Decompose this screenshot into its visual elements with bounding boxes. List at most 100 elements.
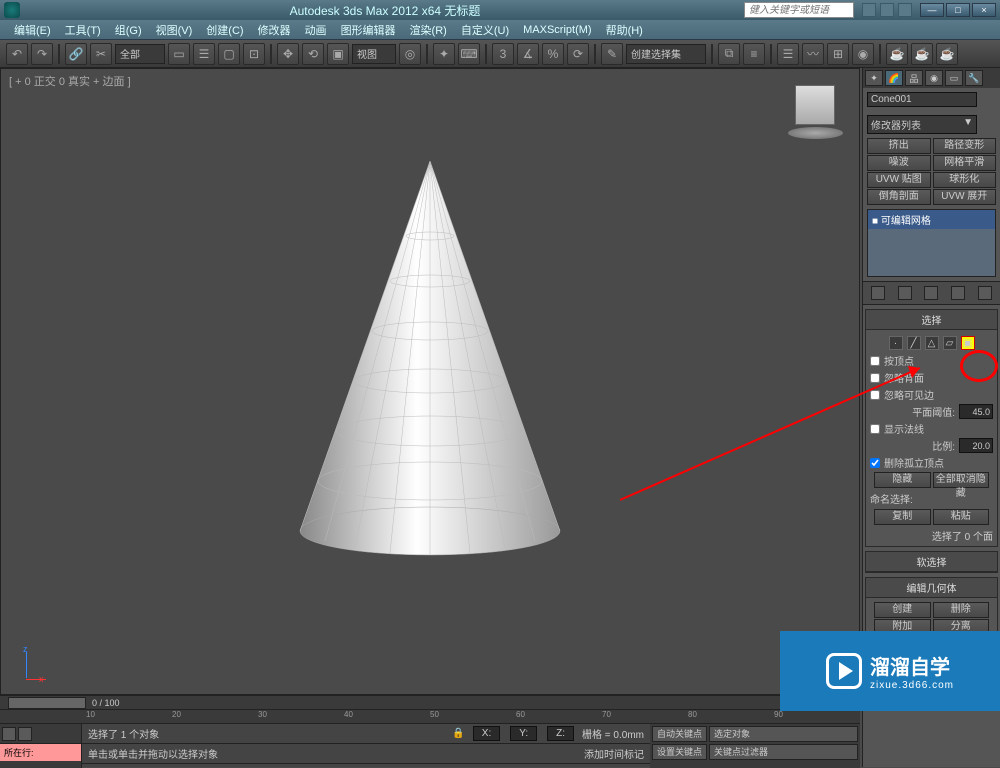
menu-maxscript[interactable]: MAXScript(M) xyxy=(517,22,597,38)
utilities-tab[interactable]: 🔧 xyxy=(965,70,983,86)
z-coord[interactable]: Z: xyxy=(547,726,574,741)
viewcube[interactable] xyxy=(785,79,845,139)
display-tab[interactable]: ▭ xyxy=(945,70,963,86)
angle-snap-button[interactable]: ∡ xyxy=(517,43,539,65)
mod-meshsmooth[interactable]: 网格平滑 xyxy=(933,155,997,171)
key-filters-button[interactable]: 关键点过滤器 xyxy=(709,744,858,760)
set-key-button[interactable]: 设置关键点 xyxy=(652,744,707,760)
help-search-input[interactable] xyxy=(744,2,854,18)
delete-button[interactable]: 删除 xyxy=(933,602,990,618)
mirror-button[interactable]: ⧉ xyxy=(718,43,740,65)
delete-iso-checkbox[interactable]: 删除孤立顶点 xyxy=(870,455,993,470)
script-icon[interactable] xyxy=(2,727,16,741)
menu-graph-editors[interactable]: 图形编辑器 xyxy=(335,20,402,40)
spinner-snap-button[interactable]: ⟳ xyxy=(567,43,589,65)
by-vertex-checkbox[interactable]: 按顶点 xyxy=(870,353,993,368)
unique-icon[interactable] xyxy=(924,286,938,300)
x-coord[interactable]: X: xyxy=(473,726,500,741)
edit-geometry-header[interactable]: 编辑几何体 xyxy=(866,578,997,598)
render-setup-button[interactable]: ☕ xyxy=(886,43,908,65)
scale-button[interactable]: ▣ xyxy=(327,43,349,65)
curve-editor-button[interactable]: 〰 xyxy=(802,43,824,65)
snap-toggle-button[interactable]: 3 xyxy=(492,43,514,65)
configure-sets-icon[interactable] xyxy=(978,286,992,300)
star-icon[interactable] xyxy=(880,3,894,17)
viewcube-cube-icon[interactable] xyxy=(795,85,835,125)
select-name-button[interactable]: ☰ xyxy=(193,43,215,65)
element-mode-button[interactable]: ▣ xyxy=(961,336,975,350)
selection-filter-dropdown[interactable]: 全部 xyxy=(115,44,165,64)
create-button[interactable]: 创建 xyxy=(874,602,931,618)
named-selection-dropdown[interactable]: 创建选择集 xyxy=(626,44,706,64)
remove-mod-icon[interactable] xyxy=(951,286,965,300)
normal-scale-input[interactable] xyxy=(959,438,993,453)
select-manipulate-button[interactable]: ✦ xyxy=(433,43,455,65)
mod-extrude[interactable]: 挤出 xyxy=(867,138,931,154)
cone-object[interactable] xyxy=(250,151,610,571)
edge-mode-button[interactable]: ╱ xyxy=(907,336,921,350)
mod-spherify[interactable]: 球形化 xyxy=(933,172,997,188)
track-bar[interactable]: 1020 3040 5060 7080 90 xyxy=(0,710,860,724)
lock-icon[interactable]: 🔒 xyxy=(452,728,464,739)
soft-selection-header[interactable]: 软选择 xyxy=(866,552,997,572)
rotate-button[interactable]: ⟲ xyxy=(302,43,324,65)
face-mode-button[interactable]: △ xyxy=(925,336,939,350)
copy-sel-button[interactable]: 复制 xyxy=(874,509,931,525)
undo-button[interactable]: ↶ xyxy=(6,43,28,65)
listener-icon[interactable] xyxy=(18,727,32,741)
menu-edit[interactable]: 编辑(E) xyxy=(8,20,57,40)
move-button[interactable]: ✥ xyxy=(277,43,299,65)
menu-modifiers[interactable]: 修改器 xyxy=(252,20,297,40)
planar-thresh-input[interactable] xyxy=(959,404,993,419)
create-tab[interactable]: ✦ xyxy=(865,70,883,86)
vertex-mode-button[interactable]: · xyxy=(889,336,903,350)
modify-tab[interactable]: 🌈 xyxy=(885,70,903,86)
menu-rendering[interactable]: 渲染(R) xyxy=(404,20,453,40)
ignore-backfacing-checkbox[interactable]: 忽略背面 xyxy=(870,370,993,385)
link-button[interactable]: 🔗 xyxy=(65,43,87,65)
show-normals-checkbox[interactable]: 显示法线 xyxy=(870,421,993,436)
menu-group[interactable]: 组(G) xyxy=(109,20,148,40)
unlink-button[interactable]: ✂ xyxy=(90,43,112,65)
show-result-icon[interactable] xyxy=(898,286,912,300)
menu-views[interactable]: 视图(V) xyxy=(150,20,199,40)
help-icon[interactable] xyxy=(898,3,912,17)
redo-button[interactable]: ↷ xyxy=(31,43,53,65)
menu-tools[interactable]: 工具(T) xyxy=(59,20,107,40)
maximize-button[interactable]: □ xyxy=(946,3,970,17)
menu-customize[interactable]: 自定义(U) xyxy=(455,20,515,40)
align-button[interactable]: ≡ xyxy=(743,43,765,65)
pin-stack-icon[interactable] xyxy=(871,286,885,300)
viewport[interactable]: [ + 0 正交 0 真实 + 边面 ] z x xyxy=(0,68,860,695)
edit-named-sel-button[interactable]: ✎ xyxy=(601,43,623,65)
percent-snap-button[interactable]: % xyxy=(542,43,564,65)
material-editor-button[interactable]: ◉ xyxy=(852,43,874,65)
key-filters-dropdown[interactable]: 选定对象 xyxy=(709,726,858,742)
menu-help[interactable]: 帮助(H) xyxy=(600,20,649,40)
poly-mode-button[interactable]: ▱ xyxy=(943,336,957,350)
ignore-visible-edges-checkbox[interactable]: 忽略可见边 xyxy=(870,387,993,402)
time-slider[interactable] xyxy=(8,697,86,709)
unhide-all-button[interactable]: 全部取消隐藏 xyxy=(933,472,990,488)
y-coord[interactable]: Y: xyxy=(510,726,537,741)
auto-key-button[interactable]: 自动关键点 xyxy=(652,726,707,742)
viewport-label[interactable]: [ + 0 正交 0 真实 + 边面 ] xyxy=(9,73,131,89)
menu-animation[interactable]: 动画 xyxy=(299,20,333,40)
hierarchy-tab[interactable]: 品 xyxy=(905,70,923,86)
minilistener-input[interactable]: 所在行: xyxy=(0,744,81,761)
mod-bevelprofile[interactable]: 倒角剖面 xyxy=(867,189,931,205)
add-time-tag[interactable]: 添加时间标记 xyxy=(584,746,644,761)
modifier-list-dropdown[interactable]: 修改器列表▼ xyxy=(867,115,977,134)
selection-header[interactable]: 选择 xyxy=(866,310,997,330)
paste-sel-button[interactable]: 粘贴 xyxy=(933,509,990,525)
window-crossing-button[interactable]: ⊡ xyxy=(243,43,265,65)
stack-editable-mesh[interactable]: ■ 可编辑网格 xyxy=(868,210,995,229)
hide-button[interactable]: 隐藏 xyxy=(874,472,931,488)
mod-uvwunwrap[interactable]: UVW 展开 xyxy=(933,189,997,205)
motion-tab[interactable]: ◉ xyxy=(925,70,943,86)
ref-coord-dropdown[interactable]: 视图 xyxy=(352,44,396,64)
menu-create[interactable]: 创建(C) xyxy=(200,20,249,40)
layers-button[interactable]: ☰ xyxy=(777,43,799,65)
binoculars-icon[interactable] xyxy=(862,3,876,17)
select-button[interactable]: ▭ xyxy=(168,43,190,65)
